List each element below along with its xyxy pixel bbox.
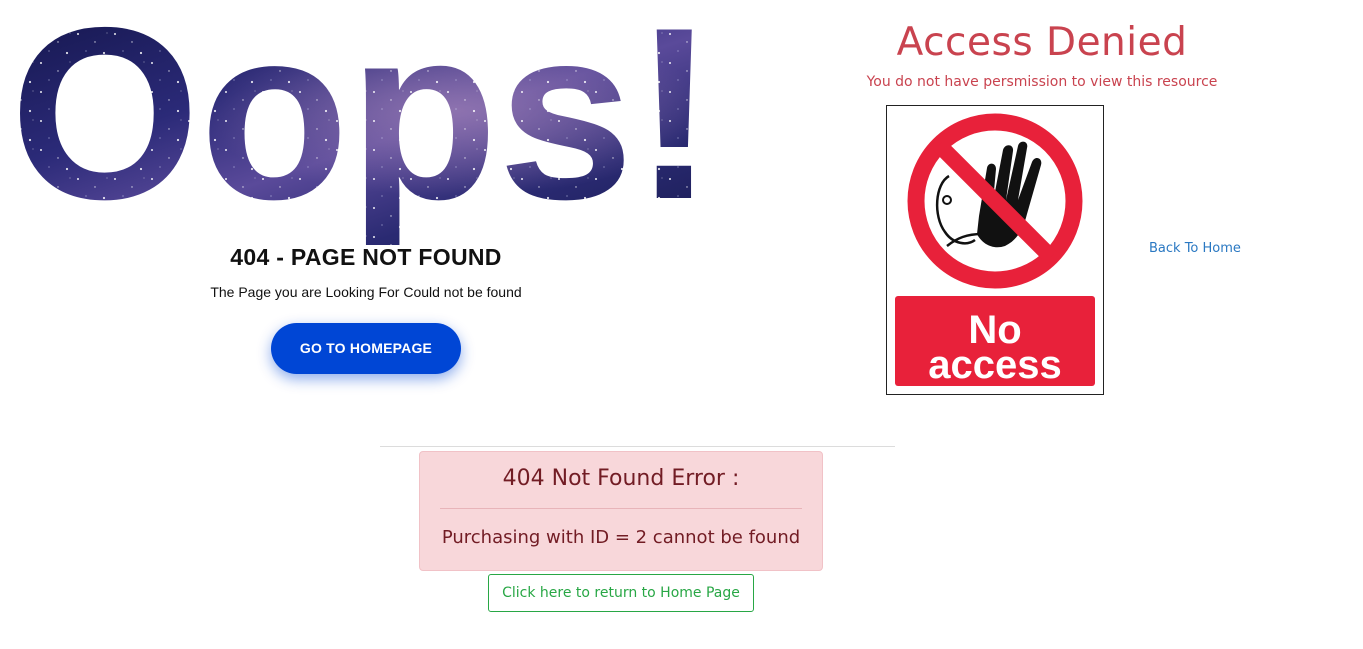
go-to-homepage-button[interactable]: GO TO HOMEPAGE: [271, 323, 461, 374]
return-home-button[interactable]: Click here to return to Home Page: [488, 574, 754, 612]
access-denied-title: Access Denied: [896, 20, 1188, 65]
divider: [380, 446, 895, 447]
oops-galaxy-text: Oops!: [10, 0, 715, 245]
alert-divider: [440, 508, 802, 509]
alert-title: 404 Not Found Error :: [502, 466, 740, 491]
error-alert: 404 Not Found Error : Purchasing with ID…: [419, 451, 823, 571]
page-not-found-subtitle: The Page you are Looking For Could not b…: [210, 284, 522, 300]
page-not-found-title: 404 - PAGE NOT FOUND: [230, 244, 502, 270]
sign-text-access: access: [928, 343, 1061, 387]
back-to-home-link[interactable]: Back To Home: [1149, 241, 1241, 256]
oops-heading: Oops!: [0, 0, 730, 245]
alert-message: Purchasing with ID = 2 cannot be found: [441, 527, 801, 548]
error-page: Oops! 404 - PAGE NOT FOUND The Page you …: [0, 0, 1363, 649]
no-entry-hand-icon: No access: [895, 113, 1095, 387]
access-denied-subtitle: You do not have persmission to view this…: [866, 74, 1218, 90]
no-access-sign: No access: [886, 105, 1104, 395]
